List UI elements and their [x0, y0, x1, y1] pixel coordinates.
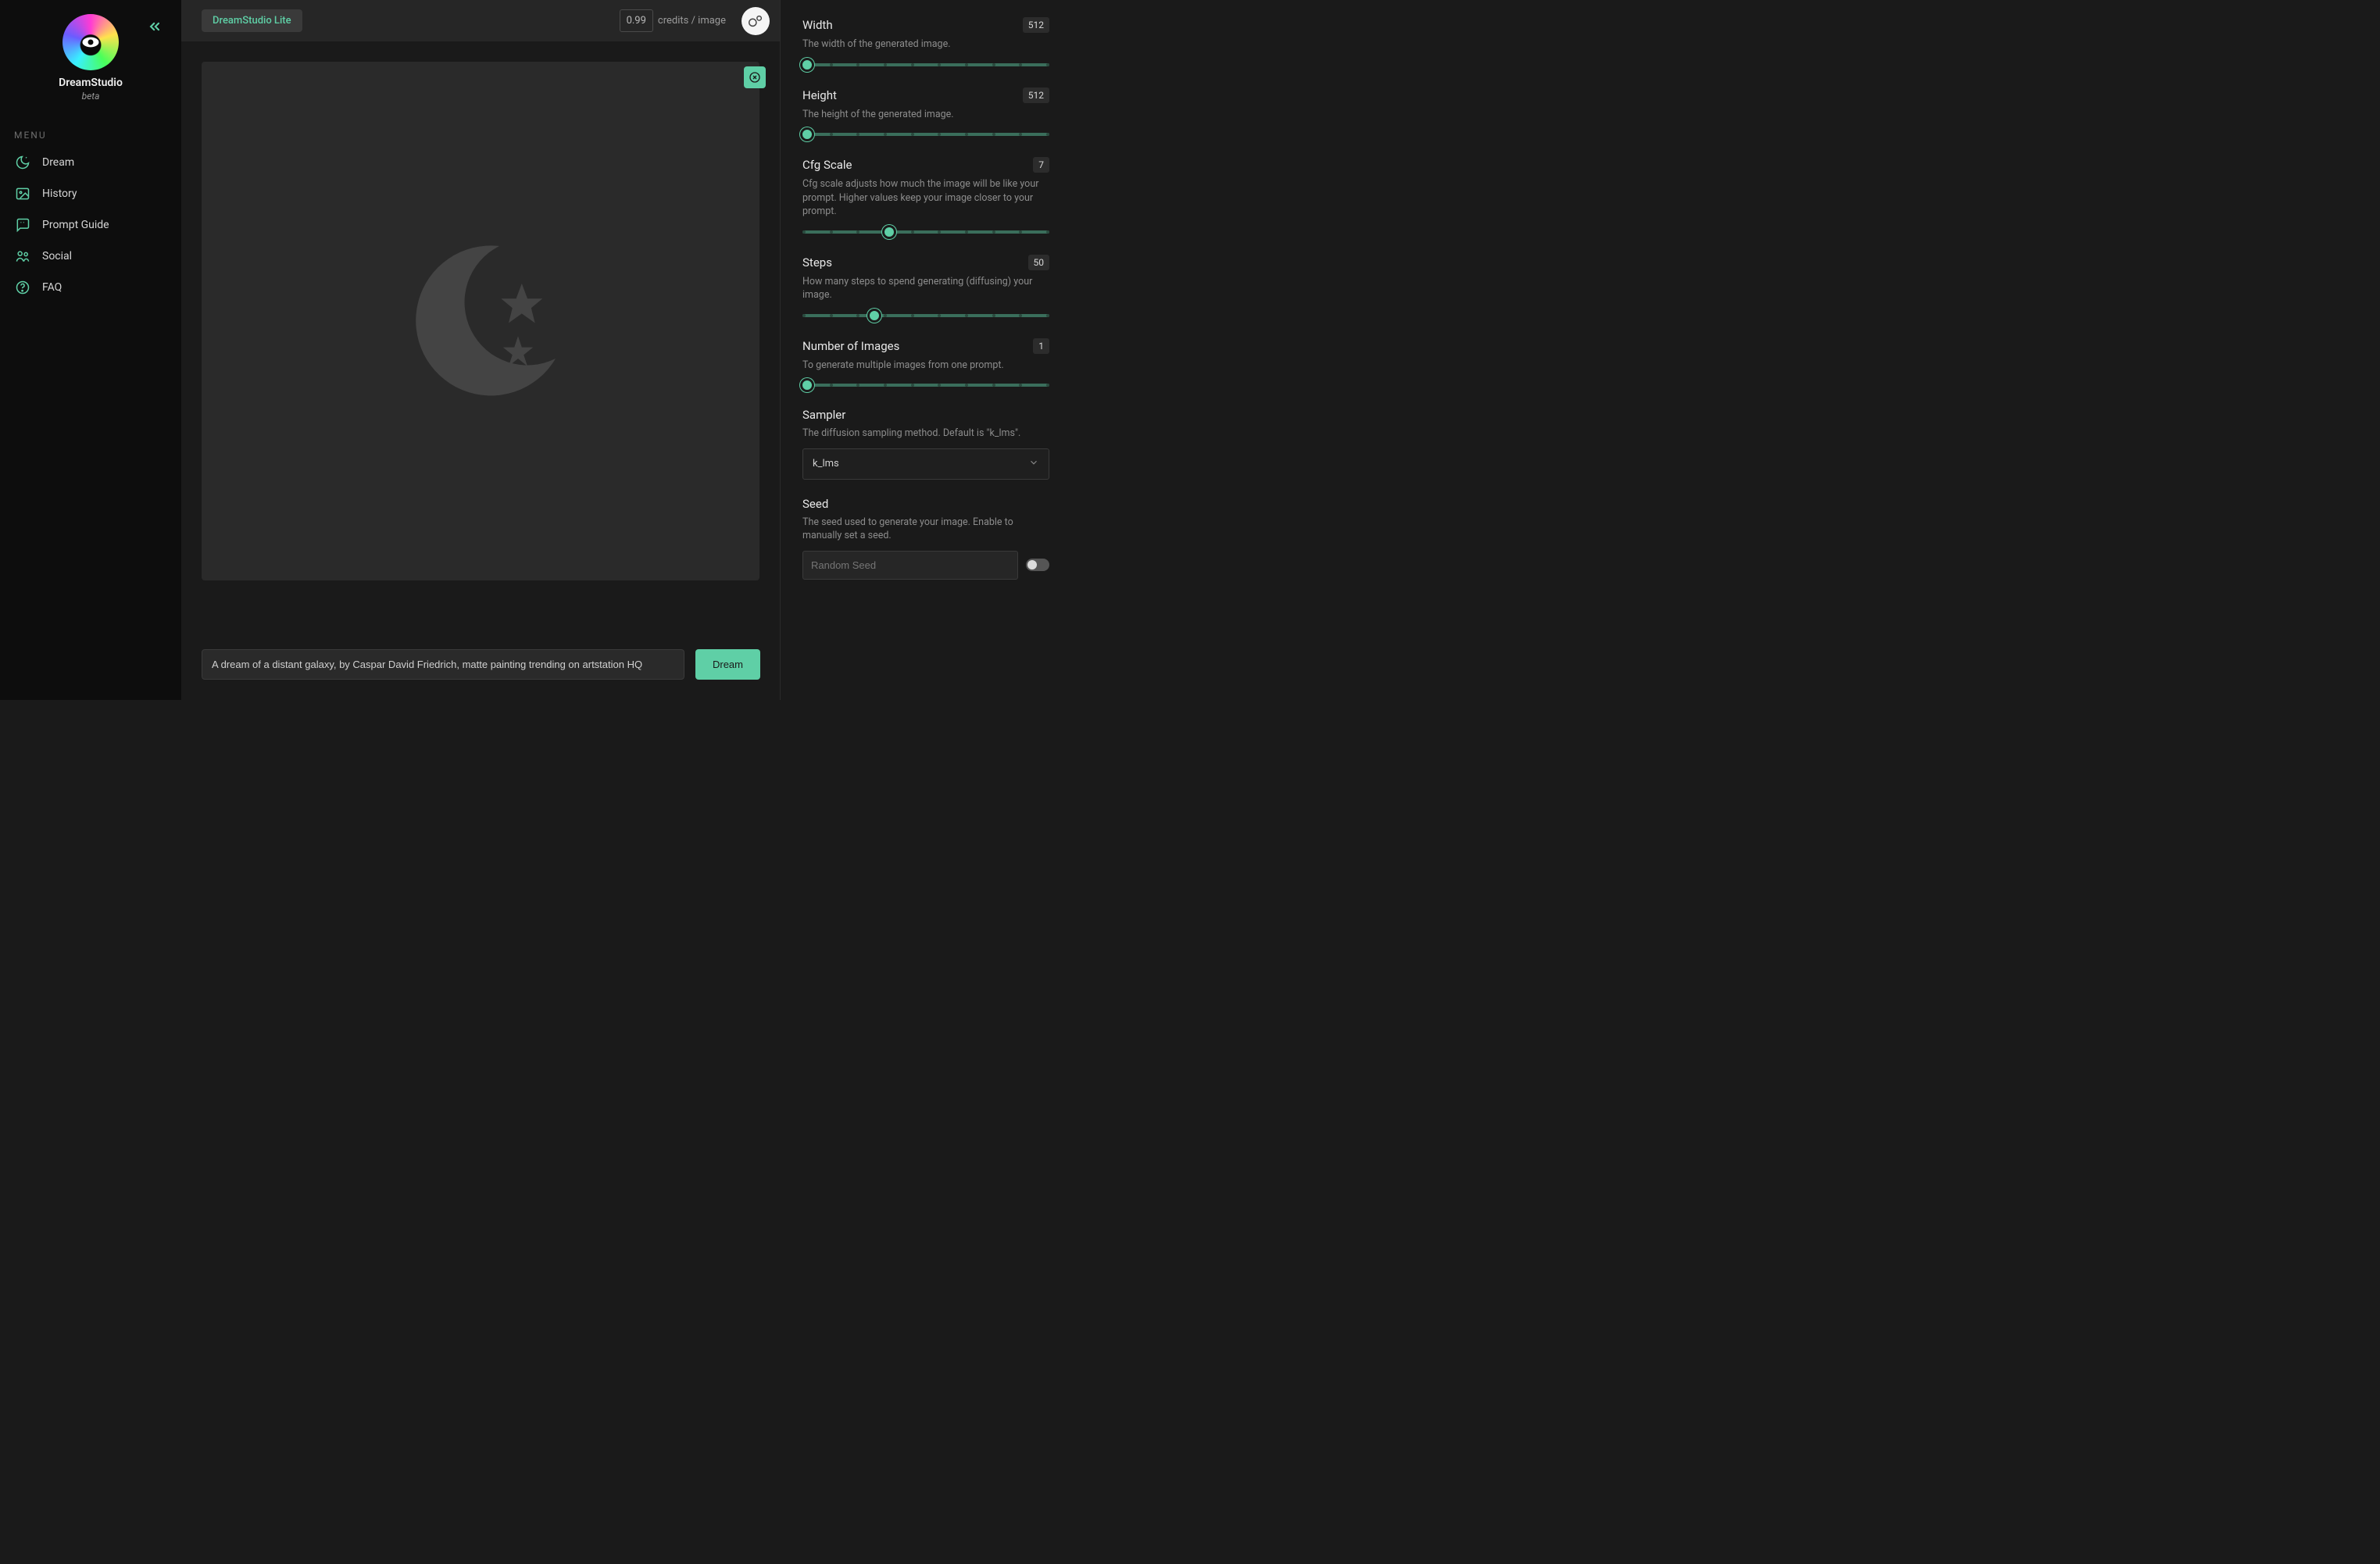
slider-thumb[interactable] — [800, 127, 814, 141]
credits-value[interactable]: 0.99 — [620, 9, 653, 32]
sidebar: DreamStudio beta MENU Dream History Prom… — [0, 0, 181, 700]
users-icon — [14, 248, 31, 264]
setting-value: 1 — [1033, 338, 1049, 354]
sidebar-item-label: Dream — [42, 156, 74, 169]
setting-desc: The height of the generated image. — [802, 108, 1049, 122]
height-slider[interactable] — [802, 129, 1049, 140]
setting-desc: The width of the generated image. — [802, 37, 1049, 52]
setting-width: Width 512 The width of the generated ima… — [802, 17, 1049, 70]
num-slider[interactable] — [802, 380, 1049, 391]
sampler-selected: k_lms — [813, 458, 839, 470]
chat-icon — [14, 217, 31, 233]
seed-input[interactable] — [802, 551, 1018, 580]
sampler-select[interactable]: k_lms — [802, 448, 1049, 480]
sidebar-item-dream[interactable]: Dream — [0, 147, 181, 178]
setting-label: Seed — [802, 497, 828, 511]
brand-sub: beta — [82, 91, 100, 102]
sidebar-collapse-button[interactable] — [147, 19, 163, 37]
sidebar-item-label: History — [42, 187, 77, 200]
setting-label: Cfg Scale — [802, 158, 852, 172]
lite-chip[interactable]: DreamStudio Lite — [202, 9, 302, 32]
setting-label: Steps — [802, 255, 832, 270]
setting-value: 50 — [1028, 255, 1050, 270]
dream-button[interactable]: Dream — [695, 649, 760, 680]
settings-panel: Width 512 The width of the generated ima… — [781, 0, 1065, 700]
sidebar-item-label: FAQ — [42, 281, 62, 294]
credits-label: credits / image — [658, 15, 726, 27]
setting-desc: How many steps to spend generating (diff… — [802, 275, 1049, 302]
cfg-slider[interactable] — [802, 227, 1049, 237]
topbar: DreamStudio Lite 0.99 credits / image — [181, 0, 781, 41]
slider-thumb[interactable] — [882, 225, 896, 239]
setting-desc: Cfg scale adjusts how much the image wil… — [802, 177, 1049, 219]
setting-steps: Steps 50 How many steps to spend generat… — [802, 255, 1049, 321]
setting-label: Height — [802, 88, 837, 102]
logo — [63, 14, 119, 70]
sidebar-item-history[interactable]: History — [0, 178, 181, 209]
setting-label: Number of Images — [802, 339, 899, 353]
sidebar-item-faq[interactable]: FAQ — [0, 272, 181, 303]
setting-height: Height 512 The height of the generated i… — [802, 87, 1049, 141]
help-icon — [14, 280, 31, 295]
setting-num-images: Number of Images 1 To generate multiple … — [802, 338, 1049, 391]
avatar[interactable] — [742, 7, 770, 35]
image-canvas — [202, 62, 759, 580]
seed-toggle[interactable] — [1026, 559, 1049, 571]
sidebar-item-label: Prompt Guide — [42, 219, 109, 231]
setting-sampler: Sampler The diffusion sampling method. D… — [802, 408, 1049, 480]
prompt-input[interactable] — [202, 649, 684, 680]
placeholder-moon-icon — [387, 227, 574, 415]
slider-thumb[interactable] — [800, 58, 814, 72]
chevron-down-icon — [1028, 457, 1039, 471]
sidebar-item-prompt-guide[interactable]: Prompt Guide — [0, 209, 181, 241]
close-canvas-button[interactable] — [744, 66, 766, 88]
slider-thumb[interactable] — [867, 309, 881, 323]
setting-value: 512 — [1023, 17, 1049, 33]
setting-desc: The seed used to generate your image. En… — [802, 516, 1049, 543]
setting-desc: To generate multiple images from one pro… — [802, 359, 1049, 373]
setting-seed: Seed The seed used to generate your imag… — [802, 497, 1049, 580]
sidebar-item-label: Social — [42, 250, 72, 262]
setting-desc: The diffusion sampling method. Default i… — [802, 427, 1049, 441]
setting-label: Width — [802, 18, 833, 32]
slider-thumb[interactable] — [800, 378, 814, 392]
setting-value: 512 — [1023, 87, 1049, 103]
setting-cfg: Cfg Scale 7 Cfg scale adjusts how much t… — [802, 157, 1049, 237]
steps-slider[interactable] — [802, 310, 1049, 321]
setting-label: Sampler — [802, 408, 845, 422]
brand-name: DreamStudio — [59, 77, 123, 89]
width-slider[interactable] — [802, 59, 1049, 70]
setting-value: 7 — [1033, 157, 1049, 173]
menu-header: MENU — [0, 116, 181, 147]
sidebar-item-social[interactable]: Social — [0, 241, 181, 272]
moon-icon — [14, 155, 31, 170]
image-icon — [14, 186, 31, 202]
